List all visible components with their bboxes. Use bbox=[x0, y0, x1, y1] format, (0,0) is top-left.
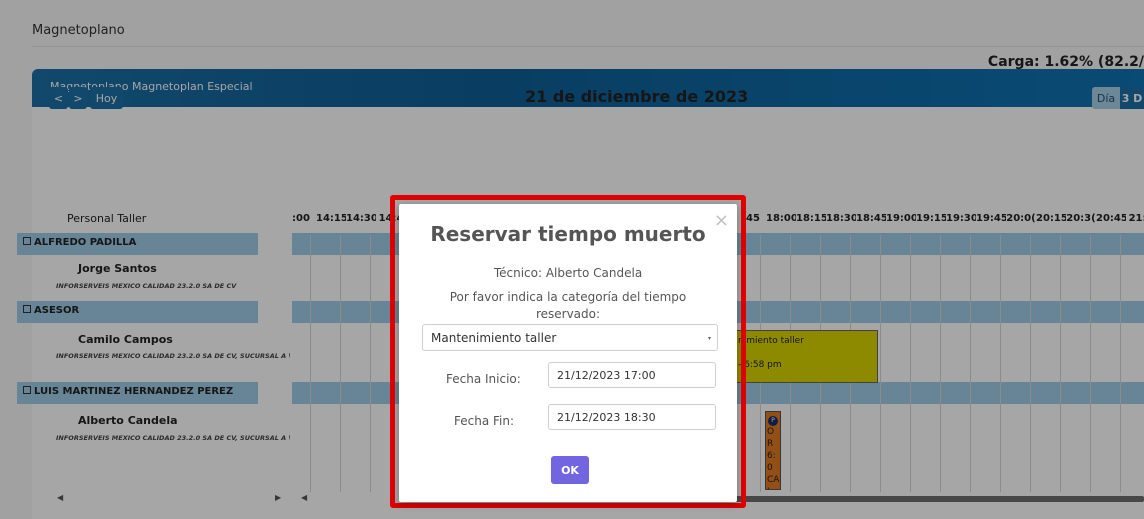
reserve-dead-time-dialog: × Reservar tiempo muerto Técnico: Albert… bbox=[399, 204, 737, 502]
category-prompt: Por favor indica la categoría del tiempo… bbox=[449, 290, 687, 321]
start-date-input[interactable]: 21/12/2023 17:00 bbox=[548, 362, 716, 388]
end-date-input[interactable]: 21/12/2023 18:30 bbox=[548, 404, 716, 430]
end-date-label: Fecha Fin: bbox=[454, 414, 515, 428]
category-select[interactable]: Mantenimiento taller ▾ bbox=[422, 324, 718, 351]
start-date-label: Fecha Inicio: bbox=[446, 372, 521, 386]
category-selected-value: Mantenimiento taller bbox=[431, 331, 557, 345]
ok-button[interactable]: OK bbox=[551, 456, 589, 484]
chevron-down-icon: ▾ bbox=[707, 335, 711, 342]
dialog-title: Reservar tiempo muerto bbox=[430, 222, 706, 246]
technician-label: Técnico: Alberto Candela bbox=[493, 266, 643, 280]
